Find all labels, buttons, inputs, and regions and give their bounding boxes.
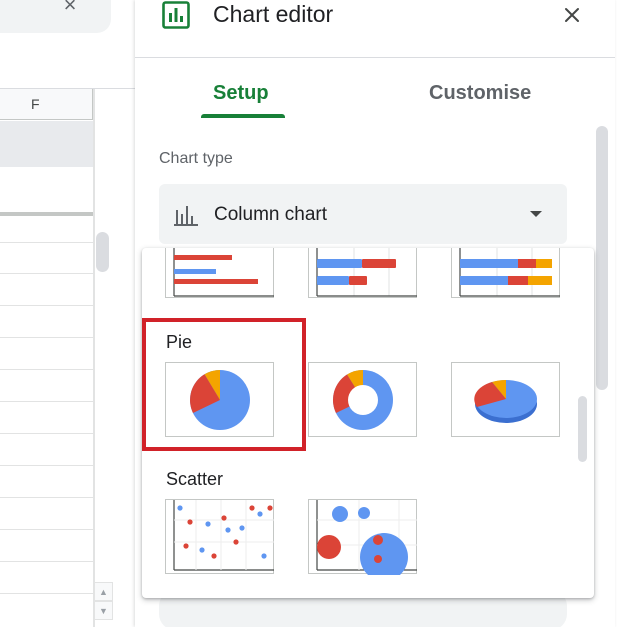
row-line — [0, 305, 93, 306]
100-stacked-bar-chart-option[interactable] — [451, 248, 560, 298]
bubble-chart-option[interactable] — [308, 499, 417, 575]
row-line — [0, 561, 93, 562]
row-line — [0, 273, 93, 274]
formula-bar — [0, 33, 135, 89]
sheet-toolbar-fragment: × — [0, 0, 111, 33]
caret-down-icon — [530, 211, 542, 217]
sheet-scroll-thumb[interactable] — [96, 232, 109, 272]
editor-scrollbar[interactable] — [596, 126, 608, 390]
row-line — [0, 465, 93, 466]
3d-pie-chart-option[interactable] — [451, 362, 560, 437]
bar-chart-option[interactable] — [165, 248, 274, 298]
column-chart-icon — [174, 204, 198, 226]
row-line — [0, 369, 93, 370]
dropdown-scrollbar[interactable] — [578, 396, 587, 462]
chart-editor-header: Chart editor — [135, 0, 615, 58]
close-icon[interactable] — [560, 3, 584, 27]
sheet-close-icon[interactable]: × — [58, 0, 82, 18]
chart-type-dropdown: Pie Scatter — [142, 248, 594, 598]
row-line — [0, 529, 93, 530]
editor-tabs: Setup Customise — [135, 58, 615, 120]
scroll-down-icon[interactable]: ▼ — [94, 601, 113, 620]
sheet-scrollbar[interactable] — [94, 89, 113, 627]
column-header-f[interactable]: F — [0, 89, 93, 120]
row-line — [0, 242, 93, 243]
chart-editor-icon — [162, 1, 190, 29]
row-line — [0, 433, 93, 434]
row-line — [0, 401, 93, 402]
stacked-bar-chart-option[interactable] — [308, 248, 417, 298]
row-line — [0, 593, 93, 594]
chart-type-select[interactable]: Column chart — [159, 184, 567, 244]
chart-editor-title: Chart editor — [213, 1, 334, 27]
chart-type-value: Column chart — [214, 204, 327, 225]
screen: × F ▲ ▼ Chart editor Setup Customise Cha… — [0, 0, 628, 627]
sheet-row[interactable] — [0, 167, 93, 212]
row-line — [0, 497, 93, 498]
tab-setup[interactable]: Setup — [213, 82, 269, 105]
active-tab-indicator — [201, 114, 285, 118]
scatter-group-label: Scatter — [166, 469, 224, 489]
column-header-label: F — [31, 96, 40, 112]
chart-type-label: Chart type — [159, 150, 233, 167]
tab-customise[interactable]: Customise — [429, 82, 531, 105]
scatter-chart-option[interactable] — [165, 499, 274, 574]
sheet-grid[interactable] — [0, 216, 93, 627]
scroll-up-icon[interactable]: ▲ — [94, 582, 113, 601]
pie-group-label: Pie — [166, 332, 193, 352]
selected-row[interactable] — [0, 121, 93, 167]
row-line — [0, 337, 93, 338]
spreadsheet-area: × F ▲ ▼ — [0, 0, 135, 627]
pie-chart-option[interactable] — [165, 362, 274, 437]
doughnut-chart-option[interactable] — [308, 362, 417, 437]
